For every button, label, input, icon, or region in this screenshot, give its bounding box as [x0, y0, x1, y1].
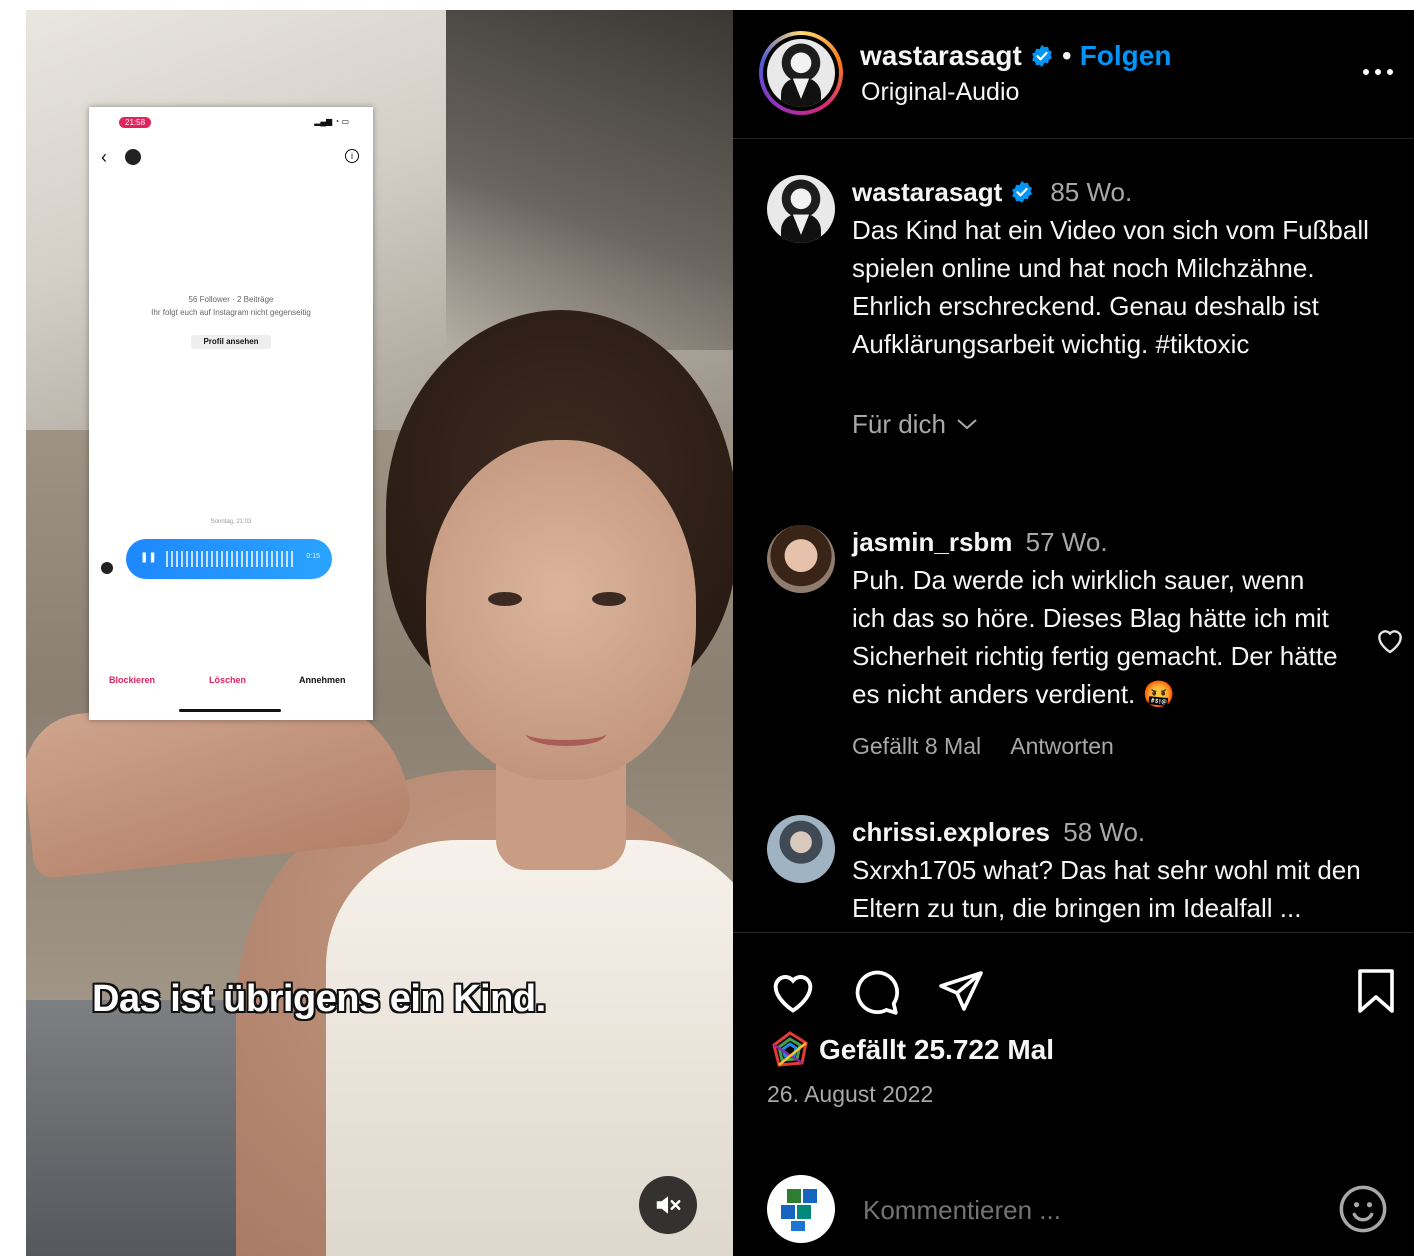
reel-video[interactable]: 21:58 ▂▄▆ ◔ ▭ ‹ i 56 Follower · 2 Beiträ…: [26, 10, 733, 1256]
heart-icon: [773, 975, 813, 1013]
phone-block-label: Blockieren: [109, 675, 156, 685]
send-icon: [939, 971, 983, 1011]
save-button[interactable]: [1355, 967, 1397, 1020]
comment-avatar[interactable]: [767, 815, 835, 883]
comments-section[interactable]: wastarasagt 85 Wo. Das Kind hat ein Vide…: [733, 139, 1414, 932]
header-username[interactable]: wastarasagt: [860, 40, 1022, 72]
more-horizontal-icon: [1363, 69, 1393, 75]
feed-filter-label: Für dich: [852, 409, 946, 439]
verified-badge-icon: [1012, 181, 1033, 203]
share-button[interactable]: [937, 967, 985, 1020]
phone-voice-message: ❚❚ 0:15: [126, 539, 332, 579]
liker-avatar-icon: [772, 1031, 808, 1067]
caption-header: wastarasagt 85 Wo.: [852, 173, 1372, 211]
caption-age: 85 Wo.: [1050, 177, 1133, 207]
comment-input[interactable]: [861, 1189, 1305, 1231]
phone-profile-meta: 56 Follower · 2 Beiträge: [188, 295, 274, 304]
phone-request-actions: Blockieren Löschen Annehmen: [89, 675, 373, 695]
comment-body: chrissi.explores 58 Wo. Sxrxh1705 what? …: [852, 813, 1372, 927]
reply-button[interactable]: Antworten: [1010, 733, 1114, 759]
comment-age: 57 Wo.: [1025, 527, 1108, 557]
embedded-dm-screenshot: 21:58 ▂▄▆ ◔ ▭ ‹ i 56 Follower · 2 Beiträ…: [89, 107, 373, 720]
phone-status-time: 21:58: [119, 117, 152, 128]
more-options-button[interactable]: [1361, 62, 1395, 87]
comment-like-count[interactable]: Gefällt 8 Mal: [852, 733, 981, 759]
heart-icon: [1378, 630, 1402, 654]
comment-like-button[interactable]: [1374, 625, 1406, 660]
video-person-mouth: [526, 722, 606, 746]
comment-text: Puh. Da werde ich wirklich sauer, wenn i…: [852, 565, 1338, 709]
video-person-eye-right: [592, 592, 626, 606]
comment-username[interactable]: chrissi.explores: [852, 817, 1050, 847]
phone-voice-duration: 0:15: [306, 553, 320, 560]
phone-view-profile-button: Profil ansehen: [191, 335, 271, 349]
comment-button[interactable]: [851, 967, 901, 1022]
comment-avatar[interactable]: [767, 525, 835, 593]
smiley-icon: [1339, 1185, 1387, 1233]
verified-badge-icon: [1031, 45, 1052, 67]
phone-back-icon: ‹: [101, 147, 107, 167]
video-subtitle: Das ist übrigens ein Kind.: [92, 978, 546, 1020]
bookmark-icon: [1358, 969, 1394, 1013]
current-user-avatar[interactable]: [767, 1175, 835, 1243]
header-user-line: wastarasagt • Folgen: [860, 40, 1171, 72]
emoji-button[interactable]: [1337, 1183, 1389, 1240]
post-header: wastarasagt • Folgen Original-Audio: [733, 10, 1414, 139]
phone-waveform: [166, 551, 296, 567]
comment-icon: [855, 970, 899, 1015]
video-background-shadow: [446, 10, 733, 350]
feed-filter-dropdown[interactable]: Für dich: [852, 405, 1372, 443]
post-actions-bar: Gefällt 25.722 Mal 26. August 2022: [733, 932, 1414, 1256]
comment-meta: Gefällt 8 Mal Antworten: [852, 727, 1342, 765]
current-user-avatar-logo: [781, 1189, 817, 1231]
comment-text: Sxrxh1705 what? Das hat sehr wohl mit de…: [852, 855, 1361, 923]
speaker-muted-icon: [656, 1196, 681, 1214]
likes-count: Gefällt 25.722 Mal: [819, 1034, 1055, 1065]
phone-sender-avatar: [101, 562, 113, 574]
likes-summary[interactable]: Gefällt 25.722 Mal: [771, 1031, 1054, 1069]
post-side-panel: wastarasagt • Folgen Original-Audio wast…: [733, 10, 1414, 1256]
phone-profile-follow-note: Ihr folgt euch auf Instagram nicht gegen…: [151, 308, 311, 317]
phone-delete-label: Löschen: [209, 675, 247, 685]
instagram-post-modal: 21:58 ▂▄▆ ◔ ▭ ‹ i 56 Follower · 2 Beiträ…: [26, 10, 1414, 1256]
post-date[interactable]: 26. August 2022: [767, 1081, 933, 1108]
mute-button[interactable]: [639, 1176, 697, 1234]
follow-button[interactable]: Folgen: [1080, 40, 1172, 72]
like-button[interactable]: [767, 967, 819, 1020]
video-person-eye-left: [488, 592, 522, 606]
header-avatar: [767, 39, 835, 107]
comment-age: 58 Wo.: [1063, 817, 1146, 847]
header-separator: •: [1061, 40, 1072, 71]
comment-composer: [733, 1163, 1414, 1256]
caption-avatar[interactable]: [767, 175, 835, 243]
phone-day-label: Sonntag, 21:03: [210, 519, 252, 525]
original-audio-link[interactable]: Original-Audio: [861, 78, 1019, 107]
comment-username[interactable]: jasmin_rsbm: [852, 527, 1012, 557]
header-story-ring[interactable]: [759, 31, 843, 115]
phone-status-icons: ▂▄▆ ◔ ▭: [314, 117, 349, 126]
chevron-down-icon: [957, 419, 977, 430]
phone-home-indicator: [179, 709, 281, 712]
comment-body: jasmin_rsbm 57 Wo. Puh. Da werde ich wir…: [852, 523, 1342, 765]
caption-text: Das Kind hat ein Video von sich vom Fußb…: [852, 215, 1369, 359]
phone-pause-icon: ❚❚: [140, 552, 157, 563]
caption-username[interactable]: wastarasagt: [852, 173, 1002, 211]
phone-chat-avatar: [125, 149, 141, 165]
phone-accept-label: Annehmen: [299, 675, 346, 685]
phone-info-icon: i: [345, 149, 359, 163]
caption-body: wastarasagt 85 Wo. Das Kind hat ein Vide…: [852, 173, 1372, 443]
